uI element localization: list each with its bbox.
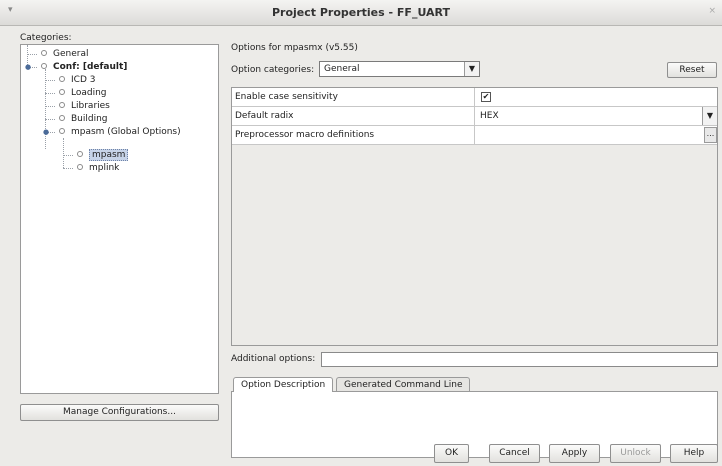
cancel-button[interactable]: Cancel xyxy=(489,444,540,463)
option-name: Default radix xyxy=(232,107,475,125)
tree-node-icon xyxy=(59,76,65,82)
tree-line xyxy=(45,93,55,94)
tree-node-icon xyxy=(77,164,83,170)
tab-option-description[interactable]: Option Description xyxy=(233,377,334,392)
option-categories-label: Option categories: xyxy=(231,65,315,75)
expanded-icon[interactable]: ● xyxy=(25,61,31,74)
tree-line xyxy=(63,138,64,168)
options-header: Options for mpasmx (v5.55) xyxy=(231,43,358,53)
case-sensitivity-checkbox[interactable]: ✔ xyxy=(481,92,491,102)
ok-button[interactable]: OK xyxy=(434,444,469,463)
categories-tree[interactable]: General ● Conf: [default] ICD 3 Loading … xyxy=(20,44,219,394)
tree-line xyxy=(63,168,73,169)
apply-button[interactable]: Apply xyxy=(549,444,600,463)
additional-options-input[interactable] xyxy=(321,352,718,367)
categories-label: Categories: xyxy=(20,33,72,43)
option-value[interactable]: ✔ xyxy=(476,88,717,106)
default-radix-select[interactable]: HEX ▼ xyxy=(476,107,717,125)
option-categories-value: General xyxy=(324,64,360,74)
tree-node-icon xyxy=(41,63,47,69)
ellipsis-button[interactable]: ... xyxy=(704,127,717,143)
tree-item-conf-default[interactable]: ● Conf: [default] xyxy=(25,61,127,74)
manage-configurations-button[interactable]: Manage Configurations... xyxy=(20,404,219,421)
tree-node-icon xyxy=(59,128,65,134)
tab-generated-command-line[interactable]: Generated Command Line xyxy=(336,377,471,392)
tree-node-icon xyxy=(59,102,65,108)
option-name: Enable case sensitivity xyxy=(232,88,475,106)
tree-item-mplink[interactable]: mplink xyxy=(77,162,119,175)
options-grid: Enable case sensitivity ✔ Default radix … xyxy=(231,87,718,346)
tree-line xyxy=(45,106,55,107)
reset-button[interactable]: Reset xyxy=(667,62,717,78)
close-icon[interactable]: × xyxy=(708,6,716,16)
tree-item-mpasm[interactable]: mpasm xyxy=(77,149,129,162)
default-radix-value: HEX xyxy=(480,111,499,121)
tree-line xyxy=(27,54,37,55)
tree-line xyxy=(45,80,55,81)
tree-item-loading[interactable]: Loading xyxy=(59,87,107,100)
tree-item-general[interactable]: General xyxy=(41,48,88,61)
option-row-macro-definitions[interactable]: Preprocessor macro definitions ... xyxy=(232,126,717,145)
title-bar: ▾ Project Properties - FF_UART × xyxy=(0,0,722,26)
option-name: Preprocessor macro definitions xyxy=(232,126,475,144)
tree-item-building[interactable]: Building xyxy=(59,113,108,126)
tree-item-libraries[interactable]: Libraries xyxy=(59,100,110,113)
window-title: Project Properties - FF_UART xyxy=(271,6,451,19)
unlock-button: Unlock xyxy=(610,444,661,463)
option-row-default-radix[interactable]: Default radix HEX ▼ xyxy=(232,107,717,126)
help-button[interactable]: Help xyxy=(670,444,718,463)
tree-line xyxy=(45,119,55,120)
tree-item-mpasm-global[interactable]: ● mpasm (Global Options) xyxy=(43,126,181,139)
dropdown-arrow-icon[interactable]: ▼ xyxy=(702,107,717,125)
tree-node-icon xyxy=(41,50,47,56)
option-categories-select[interactable]: General ▼ xyxy=(319,61,480,77)
option-row-case-sensitivity[interactable]: Enable case sensitivity ✔ xyxy=(232,88,717,107)
additional-options-label: Additional options: xyxy=(231,354,316,364)
tree-node-icon xyxy=(59,89,65,95)
tree-line xyxy=(63,155,73,156)
macro-definitions-field[interactable]: ... xyxy=(476,126,717,144)
dropdown-arrow-icon[interactable]: ▼ xyxy=(464,62,479,76)
tree-node-icon xyxy=(59,115,65,121)
expanded-icon[interactable]: ● xyxy=(43,126,49,139)
tree-item-icd3[interactable]: ICD 3 xyxy=(59,74,95,87)
tree-node-icon xyxy=(77,151,83,157)
